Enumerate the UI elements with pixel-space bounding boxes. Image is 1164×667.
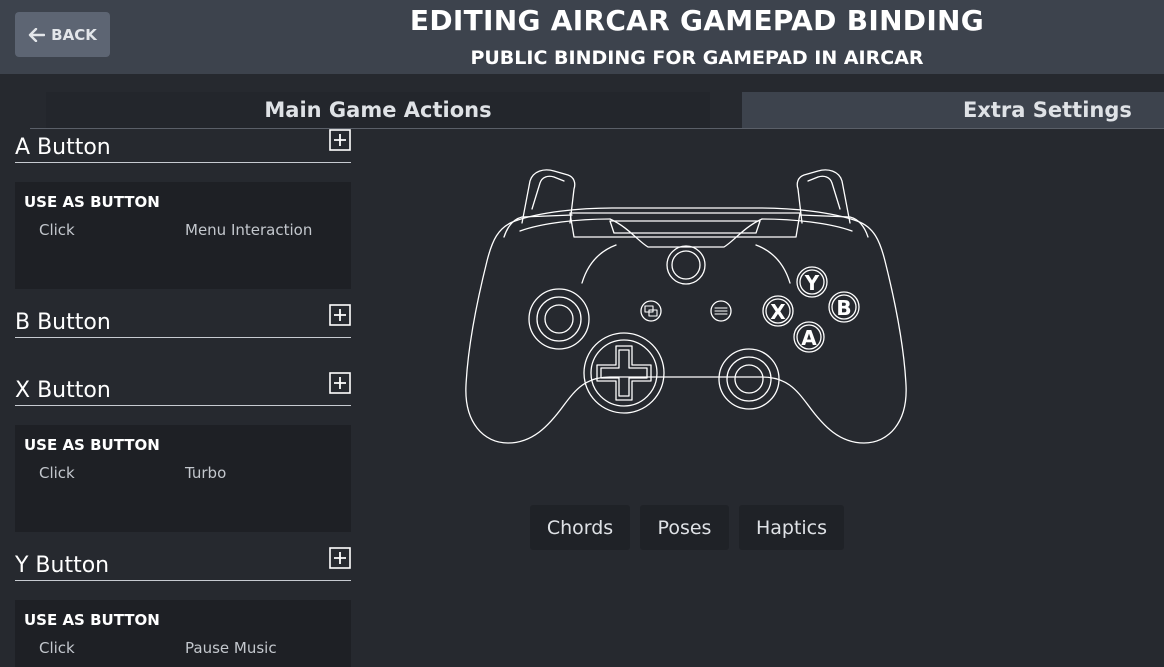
binding-trigger: Click bbox=[39, 464, 75, 482]
binding-card-y[interactable]: USE AS BUTTON Click Pause Music bbox=[15, 600, 351, 667]
section-x-button: X Button bbox=[15, 372, 351, 406]
section-title: Y Button bbox=[15, 553, 110, 578]
page-subtitle: PUBLIC BINDING FOR GAMEPAD IN AIRCAR bbox=[470, 47, 924, 69]
haptics-button[interactable]: Haptics bbox=[739, 505, 844, 550]
section-title: X Button bbox=[15, 378, 111, 403]
dpad-ring bbox=[583, 332, 665, 414]
plus-box-icon[interactable] bbox=[329, 129, 351, 151]
plus-box-icon[interactable] bbox=[329, 547, 351, 569]
binding-card-a[interactable]: USE AS BUTTON Click Menu Interaction bbox=[15, 182, 351, 289]
left-trigger-inner bbox=[531, 175, 565, 210]
section-title: A Button bbox=[15, 135, 111, 160]
face-label-b: B bbox=[836, 296, 851, 320]
face-button-a: A bbox=[793, 321, 825, 353]
binding-card-x[interactable]: USE AS BUTTON Click Turbo bbox=[15, 425, 351, 532]
right-trigger-inner bbox=[807, 175, 841, 210]
section-y-button: Y Button bbox=[15, 547, 351, 581]
binding-trigger: Click bbox=[39, 639, 75, 657]
section-a-button: A Button bbox=[15, 129, 351, 163]
left-stick-outer bbox=[536, 296, 582, 342]
right-stick-ring bbox=[718, 348, 780, 410]
binding-mode: USE AS BUTTON bbox=[24, 436, 160, 454]
left-stick-cap bbox=[544, 304, 574, 334]
tab-extra-settings[interactable]: Extra Settings bbox=[742, 92, 1164, 128]
face-label-a: A bbox=[801, 326, 817, 350]
right-stick-outer bbox=[726, 356, 772, 402]
left-stick-ring bbox=[528, 288, 590, 350]
binding-action: Turbo bbox=[185, 464, 227, 482]
face-label-y: Y bbox=[804, 271, 820, 295]
section-title: B Button bbox=[15, 310, 111, 335]
view-button bbox=[640, 300, 662, 322]
plus-box-icon[interactable] bbox=[329, 372, 351, 394]
menu-icon bbox=[714, 307, 728, 315]
binding-mode: USE AS BUTTON bbox=[24, 611, 160, 629]
chords-button[interactable]: Chords bbox=[530, 505, 630, 550]
right-stick-cap bbox=[734, 364, 764, 394]
dpad-inner bbox=[600, 349, 648, 397]
binding-mode: USE AS BUTTON bbox=[24, 193, 160, 211]
binding-trigger: Click bbox=[39, 221, 75, 239]
dpad bbox=[596, 345, 652, 401]
page-title: EDITING AIRCAR GAMEPAD BINDING bbox=[409, 4, 985, 37]
section-b-button: B Button bbox=[15, 304, 351, 338]
plus-box-icon[interactable] bbox=[329, 304, 351, 326]
gamepad-outline-icon: Y B X A bbox=[465, 169, 907, 444]
binding-action: Menu Interaction bbox=[185, 221, 313, 239]
face-button-y: Y bbox=[796, 266, 828, 298]
tab-main-game-actions[interactable]: Main Game Actions bbox=[46, 92, 710, 128]
tab-divider bbox=[30, 128, 1164, 129]
controller-top-bar-inner bbox=[609, 220, 761, 234]
binding-action: Pause Music bbox=[185, 639, 277, 657]
face-button-b: B bbox=[828, 291, 860, 323]
face-label-x: X bbox=[770, 300, 786, 324]
face-button-x: X bbox=[762, 295, 794, 327]
poses-button[interactable]: Poses bbox=[640, 505, 729, 550]
guide-button-inner bbox=[671, 250, 701, 280]
guide-button bbox=[666, 245, 706, 285]
controller-body bbox=[465, 207, 907, 444]
